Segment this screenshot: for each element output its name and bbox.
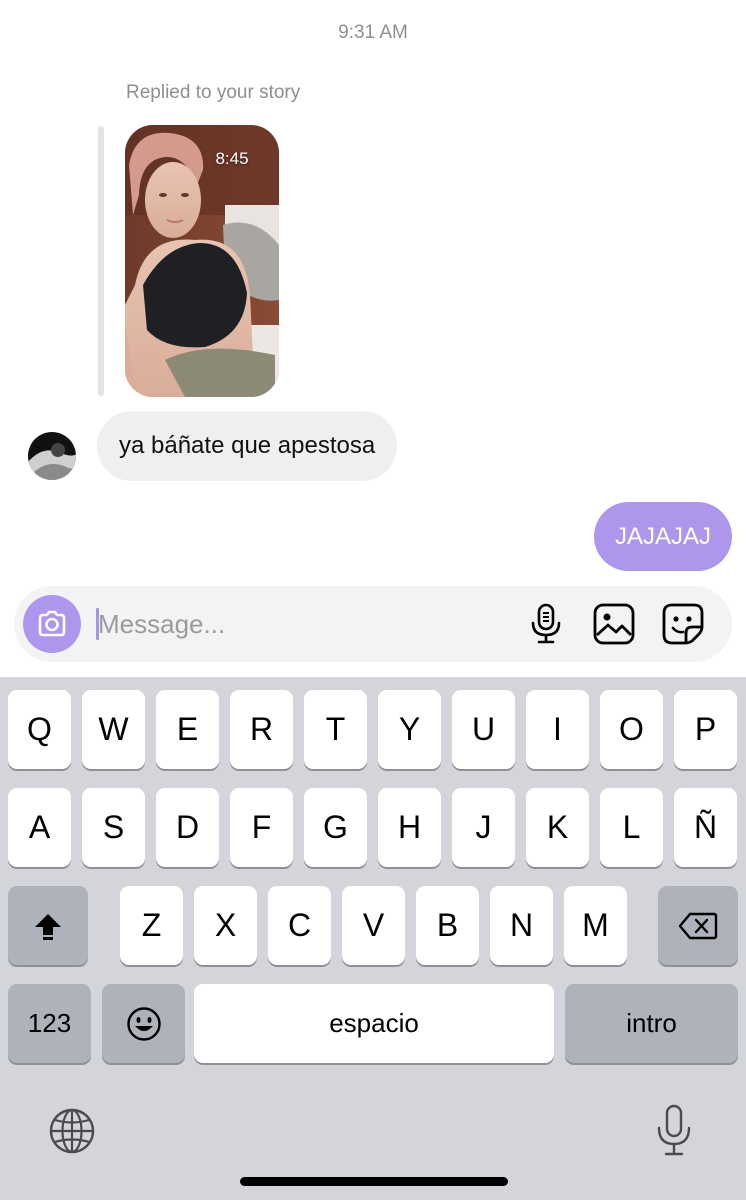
key-m[interactable]: M bbox=[564, 886, 627, 965]
globe-icon bbox=[49, 1108, 95, 1154]
keyboard: Q W E R T Y U I O P A S D F G H J K L Ñ … bbox=[0, 677, 746, 1200]
key-h[interactable]: H bbox=[378, 788, 441, 867]
space-key[interactable]: espacio bbox=[194, 984, 554, 1063]
key-p[interactable]: P bbox=[674, 690, 737, 769]
camera-button[interactable] bbox=[23, 595, 81, 653]
message-input[interactable] bbox=[98, 602, 498, 646]
key-o[interactable]: O bbox=[600, 690, 663, 769]
key-f[interactable]: F bbox=[230, 788, 293, 867]
key-t[interactable]: T bbox=[304, 690, 367, 769]
key-s[interactable]: S bbox=[82, 788, 145, 867]
key-c[interactable]: C bbox=[268, 886, 331, 965]
shift-key[interactable] bbox=[8, 886, 88, 965]
story-reply-note: Replied to your story bbox=[126, 82, 301, 103]
dictation-button[interactable] bbox=[650, 1103, 698, 1159]
avatar-image bbox=[28, 432, 76, 480]
numbers-key[interactable]: 123 bbox=[8, 984, 91, 1063]
delete-icon bbox=[678, 912, 718, 939]
key-z[interactable]: Z bbox=[120, 886, 183, 965]
emoji-key[interactable] bbox=[102, 984, 185, 1063]
key-x[interactable]: X bbox=[194, 886, 257, 965]
key-b[interactable]: B bbox=[416, 886, 479, 965]
return-key[interactable]: intro bbox=[565, 984, 738, 1063]
key-n-tilde[interactable]: Ñ bbox=[674, 788, 737, 867]
gallery-icon bbox=[593, 603, 635, 645]
story-time-label: 8:45 bbox=[215, 149, 249, 168]
globe-button[interactable] bbox=[48, 1107, 96, 1155]
delete-key[interactable] bbox=[658, 886, 738, 965]
message-composer bbox=[14, 586, 732, 662]
key-i[interactable]: I bbox=[526, 690, 589, 769]
shift-icon bbox=[35, 913, 61, 940]
key-j[interactable]: J bbox=[452, 788, 515, 867]
key-y[interactable]: Y bbox=[378, 690, 441, 769]
story-thumbnail[interactable]: 8:45 bbox=[125, 125, 279, 397]
sticker-icon bbox=[662, 603, 704, 645]
home-indicator[interactable] bbox=[240, 1177, 508, 1186]
key-d[interactable]: D bbox=[156, 788, 219, 867]
key-n[interactable]: N bbox=[490, 886, 553, 965]
message-timestamp: 9:31 AM bbox=[338, 22, 408, 43]
key-k[interactable]: K bbox=[526, 788, 589, 867]
key-e[interactable]: E bbox=[156, 690, 219, 769]
emoji-icon bbox=[126, 1006, 161, 1041]
key-u[interactable]: U bbox=[452, 690, 515, 769]
key-l[interactable]: L bbox=[600, 788, 663, 867]
outgoing-message[interactable]: JAJAJAJ bbox=[593, 502, 732, 571]
key-v[interactable]: V bbox=[342, 886, 405, 965]
voice-message-button[interactable] bbox=[524, 602, 568, 646]
avatar[interactable] bbox=[28, 432, 76, 480]
key-w[interactable]: W bbox=[82, 690, 145, 769]
microphone-icon bbox=[531, 603, 561, 644]
key-a[interactable]: A bbox=[8, 788, 71, 867]
key-q[interactable]: Q bbox=[8, 690, 71, 769]
reply-indicator-bar bbox=[98, 126, 104, 396]
sticker-button[interactable] bbox=[661, 602, 705, 646]
key-r[interactable]: R bbox=[230, 690, 293, 769]
incoming-message[interactable]: ya báñate que apestosa bbox=[97, 411, 398, 481]
dictation-icon bbox=[657, 1104, 691, 1156]
camera-icon bbox=[38, 610, 66, 637]
key-g[interactable]: G bbox=[304, 788, 367, 867]
gallery-button[interactable] bbox=[592, 602, 636, 646]
